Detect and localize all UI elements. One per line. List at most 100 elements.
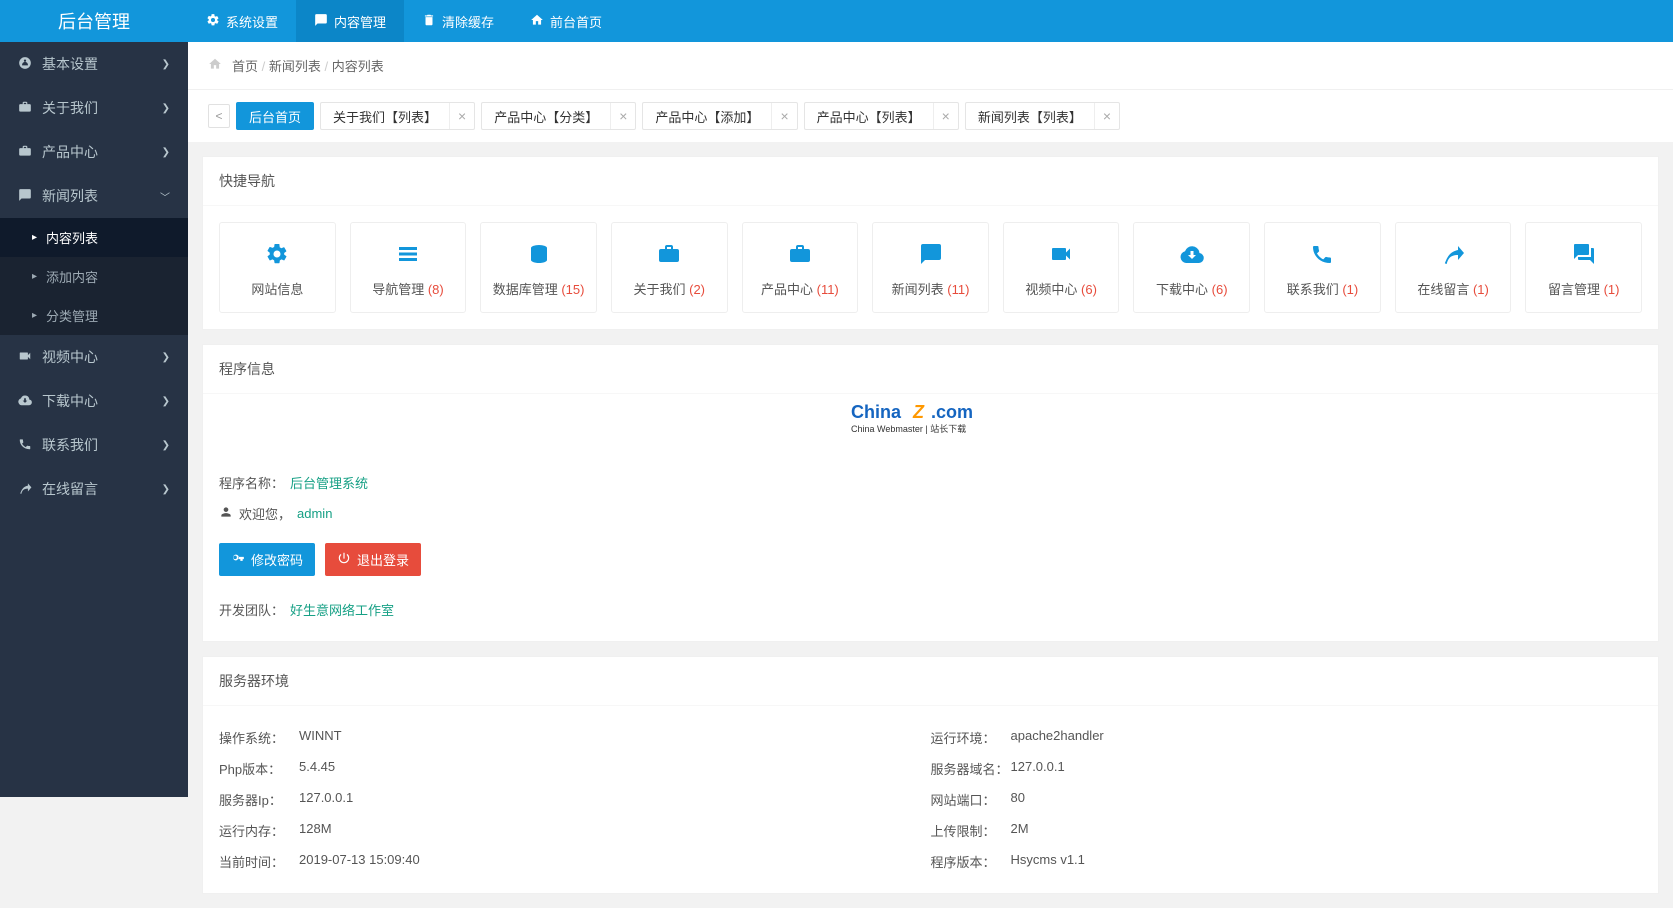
quicknav-card[interactable]: 关于我们 (2) (611, 222, 728, 313)
quicknav-card[interactable]: 下载中心 (6) (1133, 222, 1250, 313)
topnav-item[interactable]: 内容管理 (296, 0, 404, 42)
sidebar-sub-item[interactable]: 内容列表 (0, 218, 188, 257)
quicknav-card[interactable]: 联系我们 (1) (1264, 222, 1381, 313)
env-key: 服务器Ip： (219, 790, 299, 809)
sidebar-sub-item[interactable]: 添加内容 (0, 257, 188, 296)
env-key: Php版本： (219, 759, 299, 778)
section-title: 程序信息 (203, 345, 1658, 394)
quicknav-card[interactable]: 数据库管理 (15) (480, 222, 597, 313)
sidebar-label: 视频中心 (42, 347, 98, 367)
sidebar-item[interactable]: 关于我们❯ (0, 86, 188, 130)
nav-icon (530, 13, 544, 30)
breadcrumb-item[interactable]: 新闻列表 (269, 59, 321, 74)
tab-close-icon[interactable]: × (771, 103, 796, 129)
quicknav-label: 新闻列表 (11) (877, 279, 984, 298)
sidebar-item[interactable]: 视频中心❯ (0, 335, 188, 379)
sidebar-item[interactable]: 下载中心❯ (0, 379, 188, 423)
tab-close-icon[interactable]: × (933, 103, 958, 129)
sidebar-label: 基本设置 (42, 54, 98, 74)
sidebar-item[interactable]: 产品中心 ❯ (0, 130, 188, 174)
env-value: 128M (299, 821, 332, 840)
env-row: 运行内存：128M (219, 815, 931, 846)
dev-team-link[interactable]: 好生意网络工作室 (290, 600, 394, 619)
topnav-item[interactable]: 前台首页 (512, 0, 620, 42)
env-key: 运行内存： (219, 821, 299, 840)
quicknav-card[interactable]: 新闻列表 (11) (872, 222, 989, 313)
quicknav-count: (15) (561, 282, 584, 297)
tab-label: 关于我们【列表】 (321, 107, 449, 126)
sidebar-item[interactable]: 联系我们❯ (0, 423, 188, 467)
svg-text:Z: Z (912, 402, 925, 422)
chevron-icon: ﹀ (160, 189, 170, 204)
nav-label: 清除缓存 (442, 12, 494, 31)
chinaz-logo: China Z .com China Webmaster | 站长下载 (203, 394, 1658, 451)
tab[interactable]: 产品中心【列表】× (804, 102, 959, 130)
program-name-row: 程序名称： 后台管理系统 (219, 467, 1642, 498)
tab[interactable]: 新闻列表【列表】× (965, 102, 1120, 130)
tab-close-icon[interactable]: × (1094, 103, 1119, 129)
logout-button[interactable]: 退出登录 (325, 543, 421, 576)
sidebar-item[interactable]: 在线留言❯ (0, 467, 188, 511)
dev-team-row: 开发团队： 好生意网络工作室 (219, 594, 1642, 625)
key-icon (231, 551, 245, 568)
quicknav-card[interactable]: 网站信息 (219, 222, 336, 313)
tabs-prev[interactable]: < (208, 104, 230, 128)
env-key: 程序版本： (931, 852, 1011, 871)
env-value: 2M (1011, 821, 1029, 840)
env-key: 服务器域名： (931, 759, 1011, 778)
env-key: 当前时间： (219, 852, 299, 871)
tabs-row: < 后台首页关于我们【列表】×产品中心【分类】×产品中心【添加】×产品中心【列表… (188, 90, 1673, 142)
sidebar-icon (18, 481, 32, 498)
sidebar-label: 产品中心 (42, 142, 98, 162)
label: 欢迎您， (239, 504, 291, 523)
env-key: 网站端口： (931, 790, 1011, 809)
change-password-button[interactable]: 修改密码 (219, 543, 315, 576)
tab-label: 产品中心【分类】 (482, 107, 610, 126)
welcome-user-link[interactable]: admin (297, 506, 332, 521)
quicknav-card[interactable]: 在线留言 (1) (1395, 222, 1512, 313)
tab[interactable]: 后台首页 (236, 102, 314, 130)
quicknav-icon (1400, 239, 1507, 269)
tab[interactable]: 产品中心【添加】× (642, 102, 797, 130)
server-section: 服务器环境 操作系统：WINNTPhp版本：5.4.45服务器Ip：127.0.… (202, 656, 1659, 894)
tab-close-icon[interactable]: × (610, 103, 635, 129)
svg-text:China: China (851, 402, 902, 422)
quicknav-card[interactable]: 产品中心 (11) (742, 222, 859, 313)
quicknav-label: 导航管理 (8) (355, 279, 462, 298)
sidebar-item[interactable]: 基本设置❯ (0, 42, 188, 86)
program-section: 程序信息 China Z .com China Webmaster | 站长下载… (202, 344, 1659, 642)
breadcrumb-item[interactable]: 首页 (232, 59, 258, 74)
tab[interactable]: 关于我们【列表】× (320, 102, 475, 130)
env-row: 上传限制：2M (931, 815, 1643, 846)
quicknav-label: 联系我们 (1) (1269, 279, 1376, 298)
quicknav-card[interactable]: 导航管理 (8) (350, 222, 467, 313)
user-icon (219, 505, 233, 522)
breadcrumb: 首页 / 新闻列表 / 内容列表 (188, 42, 1673, 90)
tab-label: 后台首页 (237, 107, 313, 126)
env-value: WINNT (299, 728, 342, 747)
quicknav-count: (1) (1604, 282, 1620, 297)
sidebar-item[interactable]: 新闻列表﹀ (0, 174, 188, 218)
main: 首页 / 新闻列表 / 内容列表 < 后台首页关于我们【列表】×产品中心【分类】… (188, 42, 1673, 894)
nav-icon (314, 13, 328, 30)
env-value: 80 (1011, 790, 1025, 809)
breadcrumb-item[interactable]: 内容列表 (332, 59, 384, 74)
sidebar-sub-item[interactable]: 分类管理 (0, 296, 188, 335)
quicknav-label: 产品中心 (11) (747, 279, 854, 298)
button-label: 修改密码 (251, 550, 303, 569)
tab-close-icon[interactable]: × (449, 103, 474, 129)
quicknav-icon (616, 239, 723, 269)
breadcrumb-sep: / (321, 59, 332, 74)
env-row: 当前时间：2019-07-13 15:09:40 (219, 846, 931, 877)
nav-icon (206, 13, 220, 30)
quicknav-card[interactable]: 留言管理 (1) (1525, 222, 1642, 313)
topnav-item[interactable]: 系统设置 (188, 0, 296, 42)
sidebar: 基本设置❯关于我们❯ 产品中心 ❯ 新闻列表﹀内容列表添加内容分类管理视频中心❯下载中… (0, 42, 188, 797)
quicknav-count: (6) (1081, 282, 1097, 297)
program-name-link[interactable]: 后台管理系统 (290, 473, 368, 492)
tab[interactable]: 产品中心【分类】× (481, 102, 636, 130)
section-title: 服务器环境 (203, 657, 1658, 706)
topnav-item[interactable]: 清除缓存 (404, 0, 512, 42)
chevron-icon: ❯ (162, 147, 170, 158)
quicknav-card[interactable]: 视频中心 (6) (1003, 222, 1120, 313)
